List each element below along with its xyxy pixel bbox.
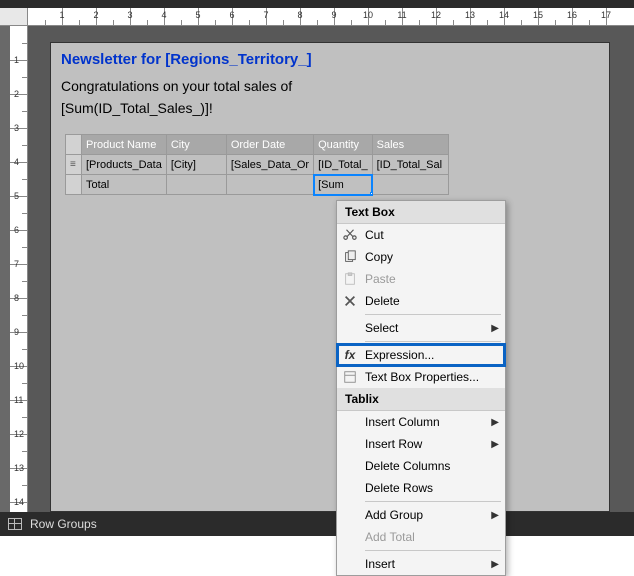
tablix-total-row[interactable]: Total [Sum (66, 175, 449, 195)
blank-icon (341, 556, 359, 572)
context-menu-header-tablix: Tablix (337, 388, 505, 411)
cell-sum-text: [Sum (318, 179, 344, 191)
blank-icon (341, 458, 359, 474)
menu-separator (365, 550, 501, 551)
menu-delete[interactable]: Delete (337, 290, 505, 312)
menu-copy-label: Copy (365, 250, 499, 264)
row-handle-detail[interactable]: ≡ (66, 155, 82, 175)
row-handle-total[interactable] (66, 175, 82, 195)
app-top-edge (0, 0, 634, 8)
col-sales[interactable]: Sales (372, 135, 448, 155)
context-menu-header-textbox: Text Box (337, 201, 505, 224)
tablix-header-row[interactable]: Product Name City Order Date Quantity Sa… (66, 135, 449, 155)
canvas-left-edge (0, 26, 10, 512)
row-groups-label: Row Groups (30, 517, 97, 531)
blank-icon (341, 480, 359, 496)
row-groups-bar[interactable]: Row Groups (0, 512, 634, 536)
cell-total-c3[interactable] (226, 175, 313, 195)
menu-paste: Paste (337, 268, 505, 290)
context-menu: Text Box Cut Copy Paste Delete Select ▶ … (336, 200, 506, 576)
cut-icon (341, 227, 359, 243)
copy-icon (341, 249, 359, 265)
congrats-textbox-line2[interactable]: [Sum(ID_Total_Sales_)]! (51, 96, 609, 118)
menu-insert-label: Insert (365, 557, 485, 571)
cell-sum-selected[interactable]: [Sum (314, 175, 373, 195)
fx-icon: fx (341, 347, 359, 363)
row-handle[interactable] (66, 135, 82, 155)
cell-quantity[interactable]: [ID_Total_ (314, 155, 373, 175)
cell-total-label[interactable]: Total (82, 175, 167, 195)
submenu-arrow-icon: ▶ (491, 510, 499, 521)
submenu-arrow-icon: ▶ (491, 417, 499, 428)
menu-insert-column[interactable]: Insert Column ▶ (337, 411, 505, 433)
congrats-textbox-line1[interactable]: Congratulations on your total sales of (51, 74, 609, 96)
menu-expression-label: Expression... (365, 348, 499, 362)
cell-orderdate[interactable]: [Sales_Data_Or (226, 155, 313, 175)
submenu-arrow-icon: ▶ (491, 559, 499, 570)
paste-icon (341, 271, 359, 287)
menu-textbox-properties-label: Text Box Properties... (365, 370, 499, 384)
ruler-horizontal: 1234567891011121314151617 (28, 8, 634, 26)
col-city[interactable]: City (166, 135, 226, 155)
properties-icon (341, 369, 359, 385)
menu-select[interactable]: Select ▶ (337, 317, 505, 339)
menu-insert-column-label: Insert Column (365, 415, 485, 429)
menu-delete-columns[interactable]: Delete Columns (337, 455, 505, 477)
grid-icon (8, 518, 22, 530)
menu-delete-columns-label: Delete Columns (365, 459, 499, 473)
menu-add-group[interactable]: Add Group ▶ (337, 504, 505, 526)
col-order-date[interactable]: Order Date (226, 135, 313, 155)
menu-select-label: Select (365, 321, 485, 335)
submenu-arrow-icon: ▶ (491, 439, 499, 450)
blank-icon (341, 529, 359, 545)
blank-icon (341, 414, 359, 430)
ruler-vertical: 1234567891011121314 (10, 26, 28, 512)
tablix[interactable]: Product Name City Order Date Quantity Sa… (65, 134, 449, 195)
cell-sales[interactable]: [ID_Total_Sal (372, 155, 448, 175)
menu-separator (365, 314, 501, 315)
menu-add-total: Add Total (337, 526, 505, 548)
menu-textbox-properties[interactable]: Text Box Properties... (337, 366, 505, 388)
menu-add-total-label: Add Total (365, 530, 499, 544)
selection-resize-handle[interactable] (370, 192, 373, 195)
menu-copy[interactable]: Copy (337, 246, 505, 268)
menu-cut-label: Cut (365, 228, 499, 242)
menu-separator (365, 501, 501, 502)
menu-delete-label: Delete (365, 294, 499, 308)
menu-expression[interactable]: fx Expression... (337, 344, 505, 366)
col-product-name[interactable]: Product Name (82, 135, 167, 155)
design-canvas[interactable]: Newsletter for [Regions_Territory_] Cong… (28, 26, 634, 512)
cell-total-c5[interactable] (372, 175, 448, 195)
menu-paste-label: Paste (365, 272, 499, 286)
menu-insert[interactable]: Insert ▶ (337, 553, 505, 575)
menu-cut[interactable]: Cut (337, 224, 505, 246)
cell-total-c2[interactable] (166, 175, 226, 195)
menu-separator (365, 341, 501, 342)
cell-city[interactable]: [City] (166, 155, 226, 175)
newsletter-title-textbox[interactable]: Newsletter for [Regions_Territory_] (51, 43, 609, 74)
ruler-corner (0, 8, 28, 26)
menu-delete-rows-label: Delete Rows (365, 481, 499, 495)
submenu-arrow-icon: ▶ (491, 323, 499, 334)
blank-icon (341, 507, 359, 523)
menu-insert-row[interactable]: Insert Row ▶ (337, 433, 505, 455)
report-body[interactable]: Newsletter for [Regions_Territory_] Cong… (50, 42, 610, 512)
menu-insert-row-label: Insert Row (365, 437, 485, 451)
tablix-detail-row[interactable]: ≡ [Products_Data [City] [Sales_Data_Or [… (66, 155, 449, 175)
menu-add-group-label: Add Group (365, 508, 485, 522)
blank-icon (341, 436, 359, 452)
col-quantity[interactable]: Quantity (314, 135, 373, 155)
cell-products[interactable]: [Products_Data (82, 155, 167, 175)
blank-icon (341, 320, 359, 336)
delete-icon (341, 293, 359, 309)
menu-delete-rows[interactable]: Delete Rows (337, 477, 505, 499)
